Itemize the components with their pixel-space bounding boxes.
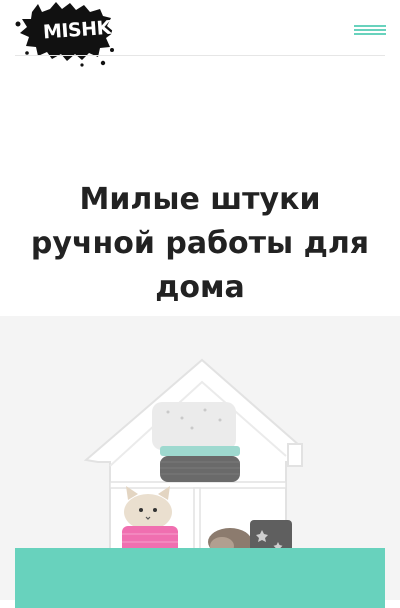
- hero-title: Милые штуки ручной работы для дома: [30, 182, 370, 305]
- site-logo[interactable]: MISHKA: [12, 0, 126, 68]
- menu-toggle-button[interactable]: [354, 22, 386, 38]
- hamburger-menu-icon: [354, 25, 386, 27]
- header-divider: [15, 55, 385, 56]
- logo-text: MISHKA: [42, 15, 126, 44]
- promo-panel: [15, 548, 385, 608]
- hamburger-menu-icon-line: [354, 33, 386, 35]
- hamburger-menu-icon-line: [354, 29, 386, 31]
- site-header: MISHKA: [0, 0, 400, 67]
